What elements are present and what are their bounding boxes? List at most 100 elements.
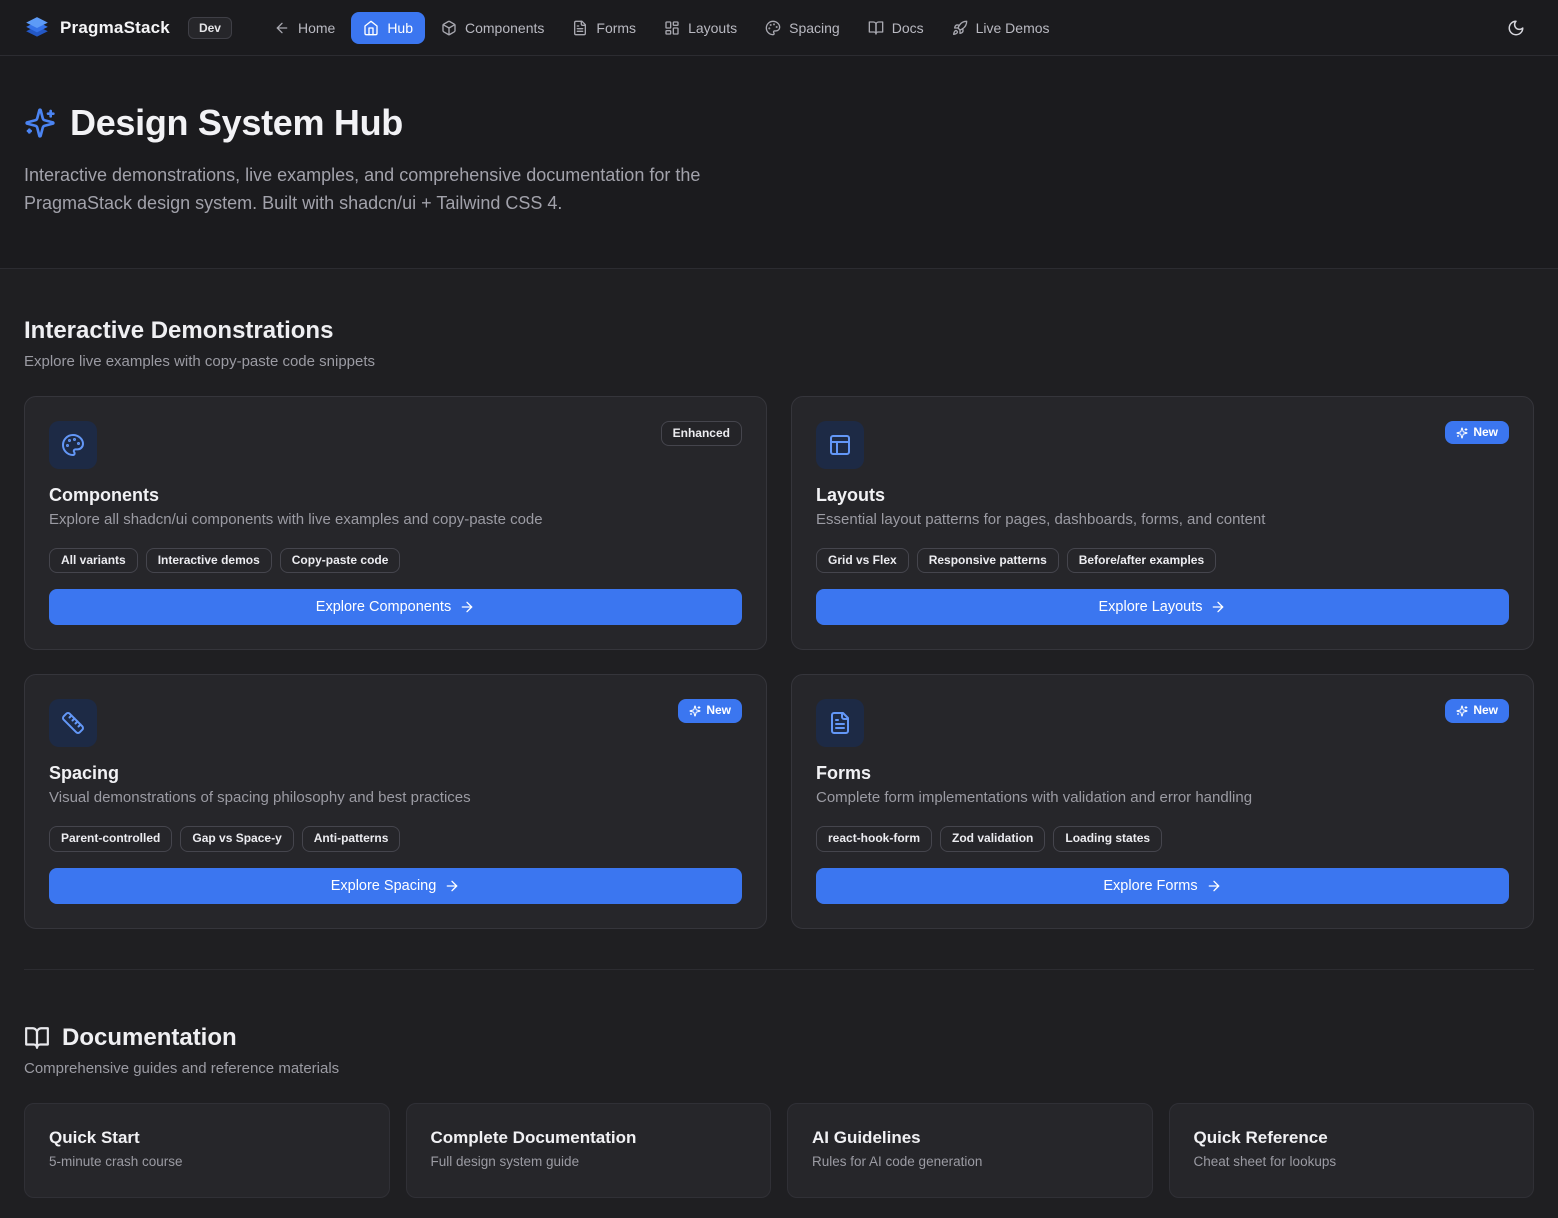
arrow-right-icon	[1206, 878, 1222, 894]
main-content: Interactive Demonstrations Explore live …	[0, 317, 1558, 1215]
doc-card-description: Cheat sheet for lookups	[1194, 1154, 1510, 1169]
card-description: Essential layout patterns for pages, das…	[816, 511, 1509, 528]
nav-item-home[interactable]: Home	[262, 12, 347, 44]
file-text-icon	[572, 20, 588, 36]
doc-card-title: Quick Start	[49, 1128, 365, 1148]
tag: Interactive demos	[146, 548, 272, 574]
tag: Anti-patterns	[302, 826, 401, 852]
tag: Zod validation	[940, 826, 1045, 852]
doc-card-quick-start[interactable]: Quick Start 5-minute crash course	[24, 1103, 390, 1198]
layers-logo-icon	[24, 15, 50, 41]
card-description: Explore all shadcn/ui components with li…	[49, 511, 742, 528]
panels-top-left-icon	[816, 421, 864, 469]
page-title: Design System Hub	[70, 102, 403, 144]
sparkles-icon	[1456, 427, 1468, 439]
arrow-right-icon	[459, 599, 475, 615]
doc-card-description: Rules for AI code generation	[812, 1154, 1128, 1169]
dev-badge: Dev	[188, 17, 232, 39]
nav-item-label: Hub	[387, 20, 413, 36]
sparkles-icon	[1456, 705, 1468, 717]
demo-card-components: Enhanced Components Explore all shadcn/u…	[24, 396, 767, 651]
enhanced-badge: Enhanced	[661, 421, 742, 447]
explore-spacing-button[interactable]: Explore Spacing	[49, 868, 742, 904]
section-divider	[24, 969, 1534, 970]
brand[interactable]: PragmaStack Dev	[24, 15, 232, 41]
nav-item-docs[interactable]: Docs	[856, 12, 936, 44]
main-nav: Home Hub Components Forms Layouts Spacin…	[262, 12, 1062, 44]
tag: All variants	[49, 548, 138, 574]
nav-item-spacing[interactable]: Spacing	[753, 12, 852, 44]
nav-item-layouts[interactable]: Layouts	[652, 12, 749, 44]
layout-dashboard-icon	[664, 20, 680, 36]
new-badge: New	[1445, 421, 1509, 445]
rocket-icon	[952, 20, 968, 36]
tag: Responsive patterns	[917, 548, 1059, 574]
card-description: Complete form implementations with valid…	[816, 789, 1509, 806]
tag: Gap vs Space-y	[180, 826, 293, 852]
demos-subheading: Explore live examples with copy-paste co…	[24, 353, 1534, 370]
card-title: Components	[49, 485, 742, 506]
explore-forms-button[interactable]: Explore Forms	[816, 868, 1509, 904]
new-badge: New	[678, 699, 742, 723]
card-title: Layouts	[816, 485, 1509, 506]
tag-list: Parent-controlled Gap vs Space-y Anti-patt…	[49, 826, 742, 852]
tag: Before/after examples	[1067, 548, 1216, 574]
card-description: Visual demonstrations of spacing philoso…	[49, 789, 742, 806]
tag: Grid vs Flex	[816, 548, 909, 574]
box-icon	[441, 20, 457, 36]
nav-item-label: Live Demos	[976, 20, 1050, 36]
palette-icon	[765, 20, 781, 36]
demo-card-spacing: New Spacing Visual demonstrations of spa…	[24, 674, 767, 929]
nav-item-label: Layouts	[688, 20, 737, 36]
page-subtitle: Interactive demonstrations, live example…	[24, 162, 769, 218]
sparkles-icon	[689, 705, 701, 717]
nav-item-label: Home	[298, 20, 335, 36]
theme-toggle-button[interactable]	[1498, 10, 1534, 46]
arrow-right-icon	[1210, 599, 1226, 615]
book-open-icon	[24, 1025, 50, 1051]
demos-heading: Interactive Demonstrations	[24, 317, 1534, 345]
tag: Parent-controlled	[49, 826, 172, 852]
tag-list: All variantsInteractive demosCopy-paste …	[49, 548, 742, 574]
doc-card-title: AI Guidelines	[812, 1128, 1128, 1148]
moon-icon	[1507, 19, 1525, 37]
ruler-icon	[49, 699, 97, 747]
explore-components-button[interactable]: Explore Components	[49, 589, 742, 625]
doc-card-title: Quick Reference	[1194, 1128, 1510, 1148]
arrow-right-icon	[444, 878, 460, 894]
docs-heading: Documentation	[62, 1024, 237, 1052]
doc-card-ai-guidelines[interactable]: AI Guidelines Rules for AI code generati…	[787, 1103, 1153, 1198]
demo-card-layouts: New Layouts Essential layout patterns fo…	[791, 396, 1534, 651]
nav-item-label: Components	[465, 20, 544, 36]
doc-card-description: Full design system guide	[431, 1154, 747, 1169]
book-open-icon	[868, 20, 884, 36]
home-icon	[363, 20, 379, 36]
documentation-section: Documentation Comprehensive guides and r…	[24, 1024, 1534, 1198]
docs-subheading: Comprehensive guides and reference mater…	[24, 1060, 1534, 1077]
nav-item-forms[interactable]: Forms	[560, 12, 648, 44]
interactive-demos-section: Interactive Demonstrations Explore live …	[24, 317, 1534, 929]
brand-name: PragmaStack	[60, 18, 170, 38]
nav-item-label: Docs	[892, 20, 924, 36]
new-badge: New	[1445, 699, 1509, 723]
demo-card-forms: New Forms Complete form implementations …	[791, 674, 1534, 929]
docs-grid: Quick Start 5-minute crash course Comple…	[24, 1103, 1534, 1198]
doc-card-complete-documentation[interactable]: Complete Documentation Full design syste…	[406, 1103, 772, 1198]
doc-card-description: 5-minute crash course	[49, 1154, 365, 1169]
nav-item-components[interactable]: Components	[429, 12, 556, 44]
doc-card-title: Complete Documentation	[431, 1128, 747, 1148]
doc-card-quick-reference[interactable]: Quick Reference Cheat sheet for lookups	[1169, 1103, 1535, 1198]
nav-item-hub[interactable]: Hub	[351, 12, 425, 44]
tag: react-hook-form	[816, 826, 932, 852]
hero-section: Design System Hub Interactive demonstrat…	[0, 56, 1558, 269]
nav-item-live-demos[interactable]: Live Demos	[940, 12, 1062, 44]
sparkles-icon	[24, 107, 56, 139]
card-title: Forms	[816, 763, 1509, 784]
palette-icon	[49, 421, 97, 469]
tag-list: Grid vs Flex Responsive patterns Before/af…	[816, 548, 1509, 574]
nav-item-label: Spacing	[789, 20, 840, 36]
card-title: Spacing	[49, 763, 742, 784]
tag-list: react-hook-formZod validationLoading sta…	[816, 826, 1509, 852]
demo-grid: Enhanced Components Explore all shadcn/u…	[24, 396, 1534, 929]
explore-layouts-button[interactable]: Explore Layouts	[816, 589, 1509, 625]
